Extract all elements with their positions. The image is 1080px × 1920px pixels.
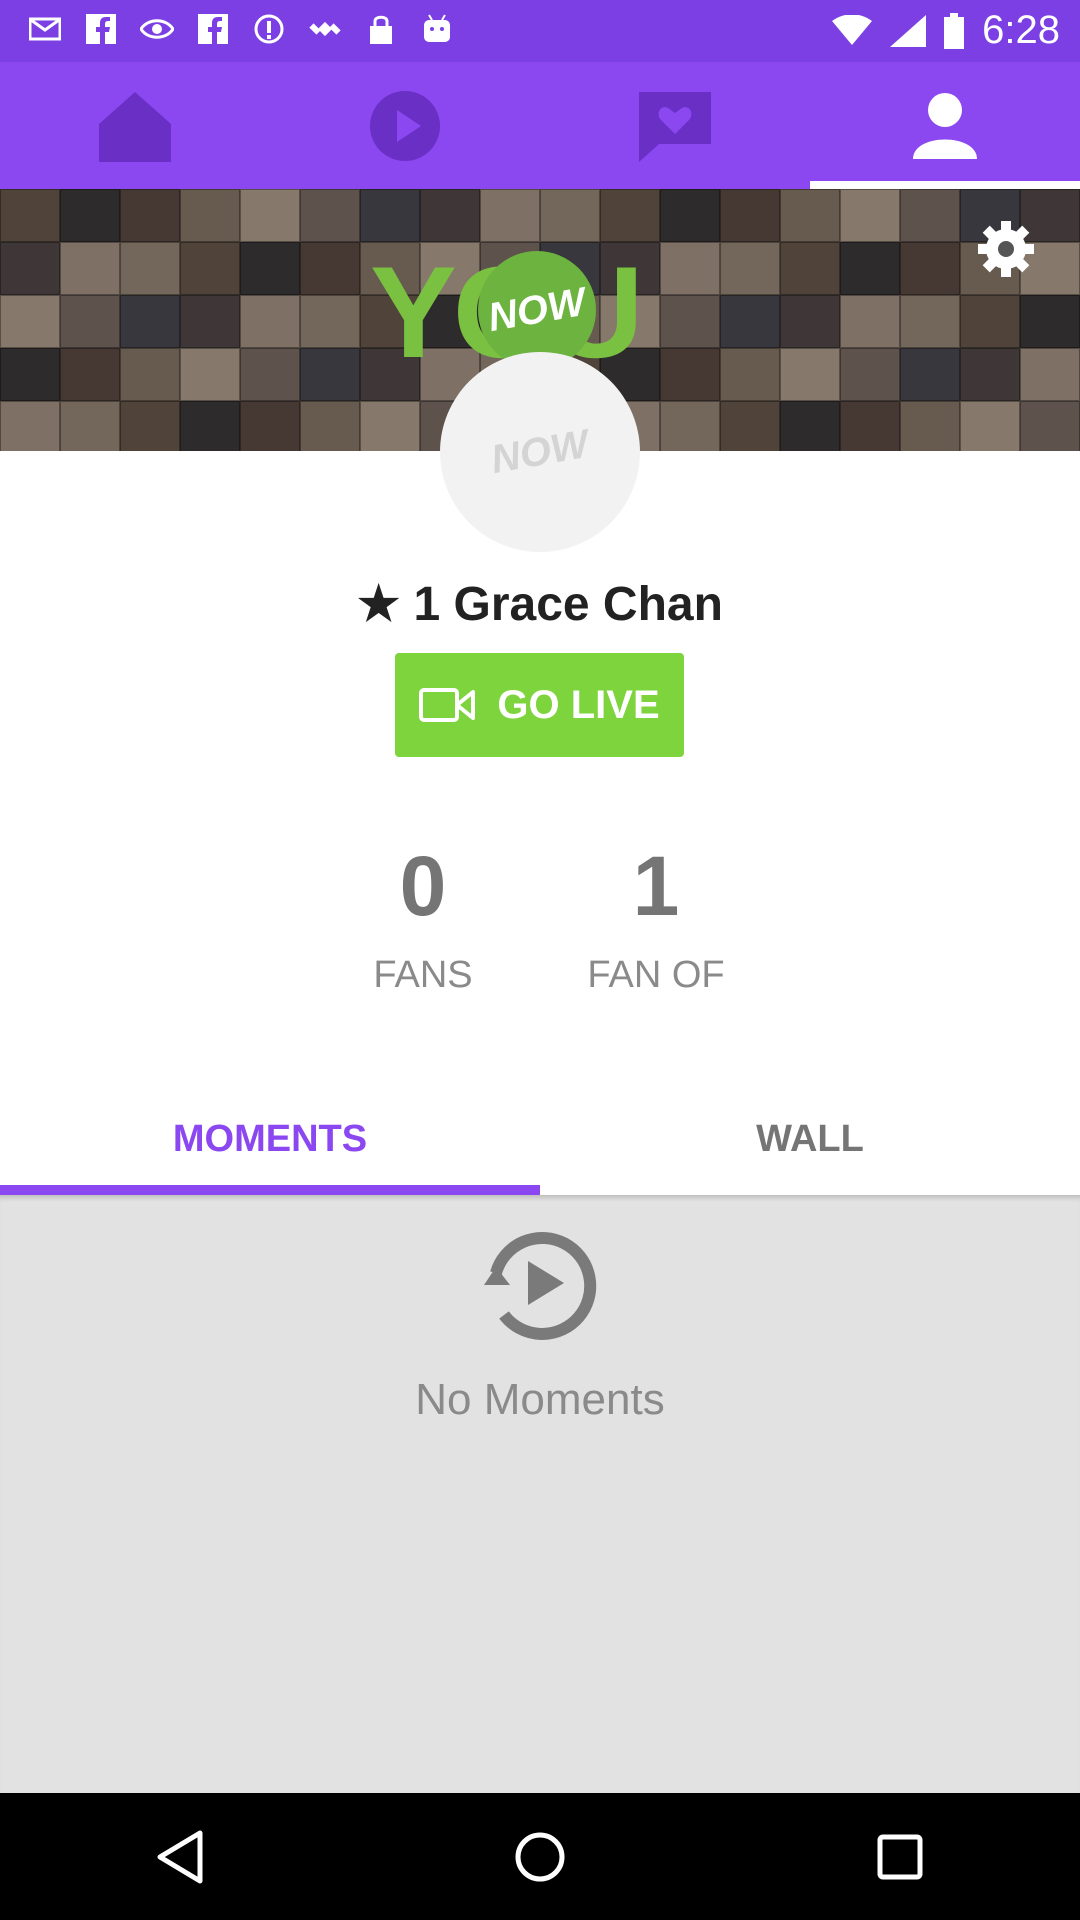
fan-of-stat[interactable]: 1 FAN OF [556, 840, 756, 997]
profile-name-text: 1 Grace Chan [413, 578, 723, 631]
eye-icon [140, 12, 174, 46]
facebook-icon [84, 12, 118, 46]
system-indicators: 6:28 [832, 8, 1060, 53]
status-time: 6:28 [982, 8, 1060, 52]
home-button[interactable] [500, 1817, 580, 1897]
fans-count: 0 [399, 839, 447, 933]
tab-videos[interactable] [270, 62, 540, 189]
video-camera-icon [419, 688, 476, 722]
tab-wall[interactable]: WALL [540, 1083, 1080, 1195]
tab-messages[interactable] [540, 62, 810, 189]
battery-icon [944, 12, 965, 49]
fans-stat[interactable]: 0 FANS [323, 840, 523, 997]
mail-icon [28, 12, 62, 46]
fans-label: FANS [373, 954, 473, 996]
recents-button[interactable] [860, 1817, 940, 1897]
wifi-icon [832, 14, 873, 45]
top-navigation [0, 62, 1080, 189]
back-button[interactable] [140, 1817, 220, 1897]
fan-of-label: FAN OF [587, 954, 725, 996]
go-live-button[interactable]: GO LIVE [395, 653, 684, 757]
android-icon [420, 12, 454, 46]
tab-home[interactable] [0, 62, 270, 189]
chat-heart-icon [639, 91, 711, 162]
play-icon [370, 90, 440, 161]
tab-profile[interactable] [810, 62, 1080, 189]
replay-icon [484, 1231, 597, 1340]
now-logo-text: NOW [484, 279, 589, 340]
signal-icon [890, 14, 927, 47]
fan-of-count: 1 [632, 839, 680, 933]
facebook-icon [196, 12, 230, 46]
recents-icon [877, 1834, 923, 1879]
no-moments-text: No Moments [415, 1375, 665, 1424]
system-navigation-bar [0, 1793, 1080, 1920]
status-bar: 6:28 [0, 0, 1080, 62]
go-live-label: GO LIVE [497, 682, 660, 727]
notification-icons [28, 12, 454, 46]
lock-icon [364, 12, 398, 46]
profile-avatar[interactable]: NOW [440, 352, 640, 552]
avatar-placeholder-text: NOW [487, 421, 592, 482]
tab-moments[interactable]: MOMENTS [0, 1083, 540, 1195]
profile-tabs: MOMENTS WALL [0, 1083, 1080, 1195]
profile-name: ★ 1 Grace Chan [0, 576, 1080, 632]
info-icon [252, 12, 286, 46]
fake-gps-icon [308, 12, 342, 46]
home-circle-icon [515, 1832, 565, 1881]
profile-icon [913, 92, 977, 159]
home-icon [99, 91, 171, 162]
star-icon: ★ [357, 578, 401, 631]
back-icon [157, 1830, 203, 1883]
moments-panel: No Moments [0, 1195, 1080, 1793]
settings-gear-icon[interactable] [976, 219, 1036, 279]
